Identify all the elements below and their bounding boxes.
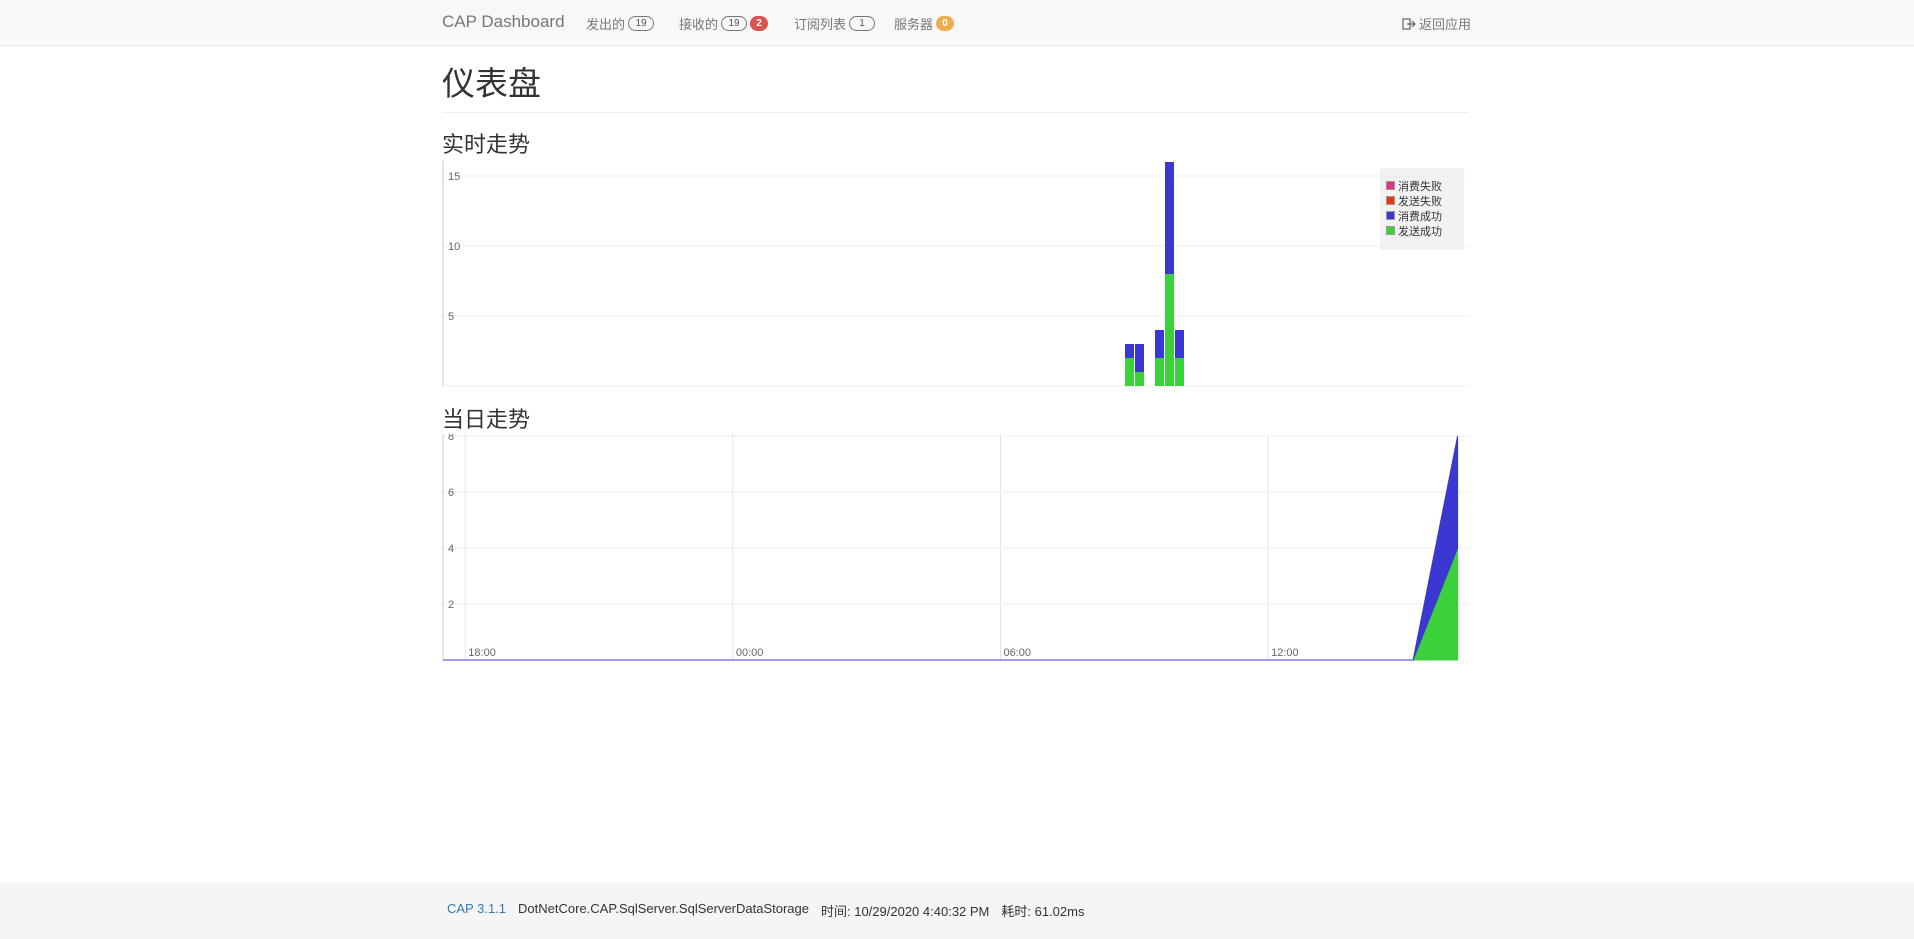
bar-segment: [1165, 274, 1174, 386]
nav-item-label: 发出的: [586, 17, 626, 32]
x-tick-label: 18:00: [468, 647, 496, 659]
legend-label: 发送成功: [1398, 225, 1442, 238]
bar-segment: [1125, 358, 1134, 386]
sign-out-icon: [1402, 17, 1416, 30]
y-tick-label: 15: [448, 171, 460, 183]
back-to-app-label: 返回应用: [1419, 17, 1472, 32]
nav-item-published[interactable]: 发出的 19: [586, 14, 657, 33]
legend-item: 发送失败: [1386, 193, 1458, 208]
bar-segment: [1165, 162, 1174, 274]
bar-segment: [1175, 330, 1184, 358]
server-time: 时间: 10/29/2020 4:40:32 PM: [821, 904, 990, 919]
bar-segment: [1155, 358, 1164, 386]
x-tick-label: 00:00: [736, 647, 764, 659]
legend-label: 消费失败: [1398, 180, 1442, 193]
x-tick-label: 06:00: [1004, 647, 1032, 659]
legend-label: 消费成功: [1398, 210, 1442, 223]
page-title: 仪表盘: [442, 62, 1468, 113]
nav-item-label: 订阅列表: [794, 17, 847, 32]
nav-item-subscriptions[interactable]: 订阅列表 1: [794, 14, 878, 33]
daily-title: 当日走势: [442, 407, 531, 432]
received-failed-badge: 2: [750, 16, 769, 31]
bar-segment: [1135, 372, 1144, 386]
legend-swatch: [1386, 211, 1395, 220]
storage-name: DotNetCore.CAP.SqlServer.SqlServerDataSt…: [518, 901, 809, 916]
y-tick-label: 4: [448, 543, 454, 555]
bar-segment: [1135, 344, 1144, 372]
version-link[interactable]: CAP 3.1.1: [447, 901, 506, 920]
y-tick-label: 10: [448, 241, 460, 253]
y-tick-label: 2: [448, 599, 454, 611]
legend-item: 消费失败: [1386, 178, 1458, 193]
bar-segment: [1125, 344, 1134, 358]
legend-swatch: [1386, 226, 1395, 235]
legend-label: 发送失败: [1398, 195, 1442, 208]
published-count-badge: 19: [628, 16, 655, 31]
legend-item: 消费成功: [1386, 208, 1458, 223]
x-tick-label: 12:00: [1271, 647, 1299, 659]
subscription-count-badge: 1: [849, 16, 876, 31]
y-tick-label: 8: [448, 434, 454, 443]
server-count-badge: 0: [936, 16, 955, 31]
daily-chart: 2 4 6 8 18:00 00:00 06:00 12:00: [442, 431, 1468, 662]
brand-link[interactable]: CAP Dashboard: [442, 12, 565, 32]
received-count-badge: 19: [721, 16, 748, 31]
navbar: CAP Dashboard 发出的 19 接收的 19 2 订阅列表 1 服务器…: [0, 0, 1914, 46]
legend-item: 发送成功: [1386, 223, 1458, 238]
realtime-chart: 5 10 15: [442, 160, 1468, 388]
y-tick-label: 6: [448, 487, 454, 499]
nav-item-label: 接收的: [679, 17, 719, 32]
elapsed-time: 耗时: 61.02ms: [1001, 904, 1085, 919]
legend-swatch: [1386, 196, 1395, 205]
bar-segment: [1155, 330, 1164, 358]
nav-item-received[interactable]: 接收的 19 2: [679, 14, 769, 33]
bar-segment: [1175, 358, 1184, 386]
footer: CAP 3.1.1 DotNetCore.CAP.SqlServer.SqlSe…: [0, 883, 1914, 939]
y-tick-label: 5: [448, 311, 454, 323]
back-to-app-link[interactable]: 返回应用: [1402, 14, 1471, 33]
realtime-title: 实时走势: [442, 132, 531, 157]
chart-legend: 消费失败 发送失败 消费成功 发送成功: [1380, 168, 1464, 250]
legend-swatch: [1386, 181, 1395, 190]
daily-chart-svg: 2 4 6 8 18:00 00:00 06:00 12:00: [442, 431, 1468, 661]
nav-item-servers[interactable]: 服务器 0: [894, 14, 955, 33]
nav-item-label: 服务器: [894, 17, 934, 32]
realtime-chart-svg: 5 10 15: [442, 160, 1468, 387]
